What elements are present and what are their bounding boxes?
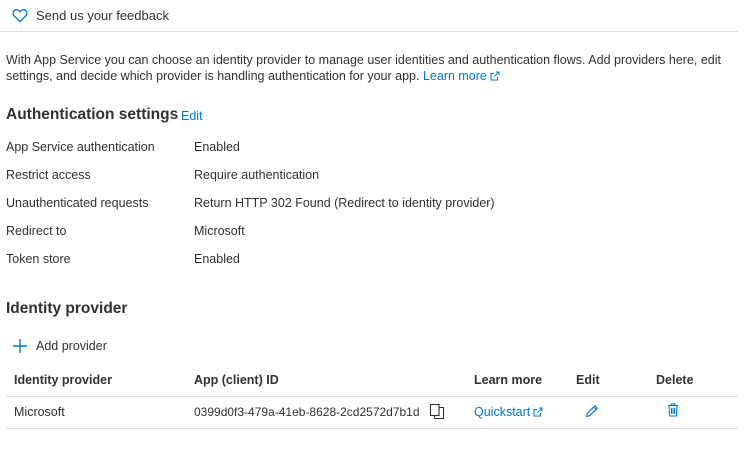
plus-icon	[13, 339, 27, 353]
pencil-icon[interactable]	[585, 404, 599, 418]
setting-label-restrict-access: Restrict access	[6, 168, 91, 182]
client-id-value: 0399d0f3-479a-41eb-8628-2cd2572d7b1d	[194, 405, 420, 419]
setting-label-token-store: Token store	[6, 252, 71, 266]
trash-icon[interactable]	[667, 403, 679, 417]
identity-provider-title: Identity provider	[6, 300, 128, 317]
quickstart-link[interactable]: Quickstart	[474, 405, 543, 419]
column-header-learn-more: Learn more	[474, 373, 543, 387]
column-header-edit: Edit	[576, 373, 600, 387]
column-header-app-client-id: App (client) ID	[194, 373, 279, 387]
external-link-icon	[533, 407, 543, 417]
table-row-divider	[6, 428, 738, 429]
setting-value-restrict-access: Require authentication	[194, 168, 320, 182]
feedback-button[interactable]: Send us your feedback	[6, 0, 169, 30]
setting-value-unauthenticated-requests: Return HTTP 302 Found (Redirect to ident…	[194, 196, 495, 210]
external-link-icon	[490, 71, 500, 81]
learn-more-link[interactable]: Learn more	[423, 68, 500, 84]
setting-label-app-service-authentication: App Service authentication	[6, 140, 155, 154]
setting-value-token-store: Enabled	[194, 252, 240, 266]
provider-name: Microsoft	[14, 405, 65, 419]
add-provider-button[interactable]: Add provider	[12, 338, 107, 354]
setting-value-redirect-to: Microsoft	[194, 224, 245, 238]
setting-label-unauthenticated-requests: Unauthenticated requests	[6, 196, 149, 210]
divider	[0, 31, 738, 32]
setting-value-app-service-authentication: Enabled	[194, 140, 240, 154]
feedback-label: Send us your feedback	[36, 7, 169, 23]
auth-settings-title: Authentication settings	[6, 106, 179, 123]
copy-icon[interactable]	[429, 403, 445, 420]
table-header-divider	[6, 396, 738, 397]
setting-label-redirect-to: Redirect to	[6, 224, 67, 238]
column-header-identity-provider: Identity provider	[14, 373, 112, 387]
heart-icon	[12, 8, 28, 22]
description-text: With App Service you can choose an ident…	[6, 53, 722, 83]
quickstart-label: Quickstart	[474, 405, 531, 419]
edit-auth-settings-link[interactable]: Edit	[181, 109, 203, 123]
column-header-delete: Delete	[656, 373, 694, 387]
learn-more-label: Learn more	[422, 69, 487, 83]
add-provider-label: Add provider	[36, 339, 107, 353]
description: With App Service you can choose an ident…	[6, 52, 726, 84]
